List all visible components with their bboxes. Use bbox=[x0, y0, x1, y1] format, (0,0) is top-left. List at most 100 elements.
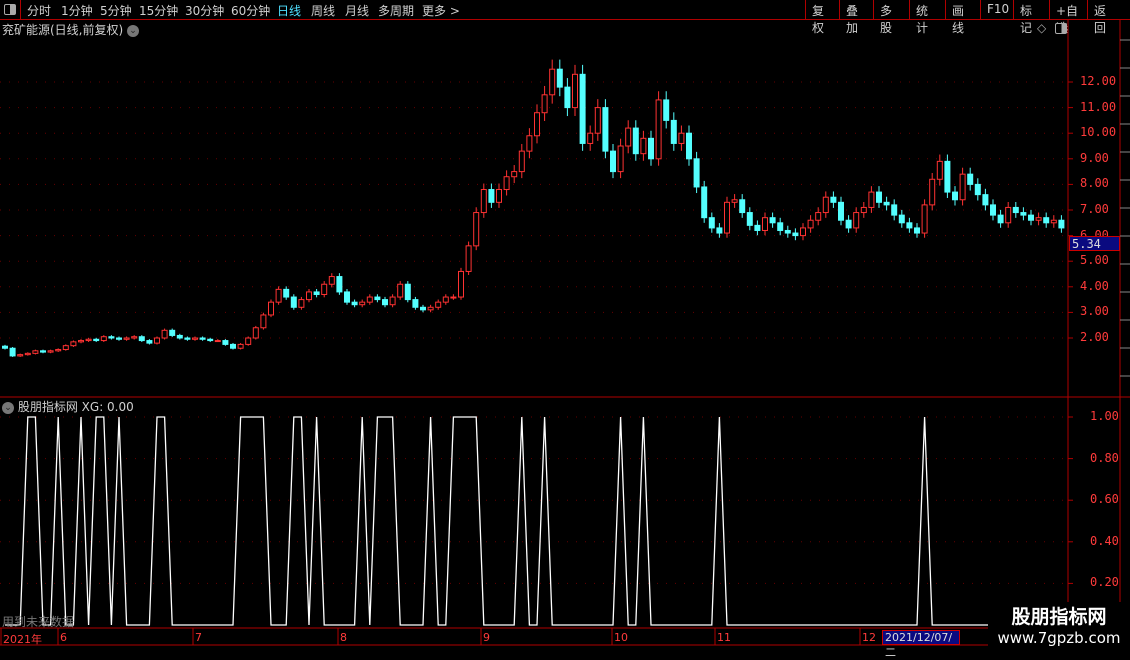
watermark-name: 股朋指标网 bbox=[1011, 606, 1107, 628]
candle-down bbox=[374, 296, 381, 301]
indicator-tick-label: 0.40 bbox=[1090, 533, 1119, 548]
candle-up bbox=[17, 354, 24, 357]
candle-up bbox=[306, 291, 312, 301]
candle-up bbox=[1035, 217, 1042, 221]
candle-down bbox=[108, 336, 115, 339]
candle-down bbox=[693, 158, 700, 188]
candle-up bbox=[389, 296, 396, 306]
chevron-down-icon[interactable]: ⌄ bbox=[2, 401, 14, 414]
candle-up bbox=[161, 329, 168, 339]
candle-up bbox=[359, 301, 366, 306]
candle-up bbox=[929, 178, 936, 206]
candle-down bbox=[610, 150, 616, 173]
candle-up bbox=[1050, 219, 1057, 224]
price-tick-label: 5.00 bbox=[1080, 253, 1109, 268]
indicator-name: 股朋指标网 bbox=[17, 400, 78, 414]
candle-down bbox=[1020, 212, 1027, 216]
candle-down bbox=[344, 291, 350, 303]
indicator-tick-label: 0.20 bbox=[1090, 575, 1119, 590]
candle-up bbox=[450, 296, 457, 299]
candle-up bbox=[868, 191, 875, 208]
candle-down bbox=[222, 340, 229, 345]
cursor-date-label: 2021/12/07/二 bbox=[882, 630, 960, 659]
indicator-tick-label: 0.80 bbox=[1090, 450, 1119, 465]
candle-up bbox=[70, 341, 77, 347]
candle-up bbox=[936, 160, 943, 180]
candle-up bbox=[480, 189, 487, 214]
kline-chart[interactable] bbox=[0, 0, 1130, 650]
candle-up bbox=[442, 296, 449, 303]
candle-down bbox=[739, 199, 746, 214]
indicator-tick-label: 0.60 bbox=[1090, 492, 1119, 507]
candle-up bbox=[245, 337, 252, 345]
candle-up bbox=[921, 204, 928, 234]
candle-up bbox=[237, 343, 244, 349]
candle-up bbox=[32, 350, 39, 354]
candle-up bbox=[100, 336, 107, 342]
candle-up bbox=[328, 276, 335, 285]
candle-down bbox=[602, 107, 609, 152]
candle-down bbox=[351, 301, 358, 306]
candle-up bbox=[800, 227, 806, 237]
candle-up bbox=[541, 94, 548, 114]
candle-up bbox=[62, 345, 69, 351]
candle-up bbox=[1005, 206, 1012, 224]
candle-up bbox=[594, 107, 601, 134]
time-axis-label: 10 bbox=[614, 631, 628, 644]
candle-down bbox=[990, 204, 996, 216]
candle-down bbox=[632, 127, 639, 155]
candle-up bbox=[397, 283, 404, 298]
candle-down bbox=[777, 222, 784, 231]
watermark-logo: 股朋指标网 www.7gpzb.com bbox=[988, 602, 1130, 647]
candle-up bbox=[731, 199, 738, 203]
candle-down bbox=[579, 73, 586, 144]
price-tick-label: 11.00 bbox=[1080, 99, 1117, 114]
candle-down bbox=[1058, 219, 1065, 229]
candle-up bbox=[214, 340, 221, 343]
candle-down bbox=[9, 347, 16, 357]
candle-up bbox=[252, 327, 259, 339]
time-axis-label: 2021年 bbox=[3, 633, 42, 646]
time-axis-label: 11 bbox=[717, 631, 731, 644]
candle-down bbox=[404, 283, 411, 301]
candle-down bbox=[199, 337, 206, 340]
candle-up bbox=[123, 337, 130, 340]
candle-down bbox=[382, 299, 388, 306]
candle-up bbox=[617, 145, 624, 173]
candle-down bbox=[845, 219, 852, 229]
candle-down bbox=[1012, 206, 1019, 214]
candle-up bbox=[959, 173, 966, 201]
price-tick-label: 4.00 bbox=[1080, 278, 1109, 293]
candle-down bbox=[952, 191, 958, 201]
candle-up bbox=[496, 189, 502, 203]
candle-up bbox=[24, 352, 31, 356]
candle-up bbox=[724, 201, 730, 234]
candle-down bbox=[914, 227, 920, 234]
candle-up bbox=[534, 112, 540, 137]
candle-down bbox=[830, 196, 837, 203]
candle-up bbox=[655, 99, 662, 160]
candle-down bbox=[283, 288, 290, 298]
time-axis-label: 7 bbox=[195, 631, 202, 644]
future-data-note: 用到未来数据 bbox=[2, 615, 75, 629]
price-tick-label: 2.00 bbox=[1080, 330, 1109, 344]
candle-up bbox=[192, 337, 198, 340]
candle-down bbox=[686, 132, 692, 160]
candle-up bbox=[473, 212, 480, 247]
candle-down bbox=[1028, 214, 1034, 221]
indicator-value: XG: 0.00 bbox=[81, 400, 134, 414]
candle-down bbox=[420, 306, 426, 311]
candle-down bbox=[670, 119, 677, 144]
price-tick-label: 8.00 bbox=[1080, 176, 1109, 191]
candle-up bbox=[275, 288, 282, 303]
time-axis-label: 8 bbox=[340, 631, 347, 644]
candle-up bbox=[268, 301, 274, 316]
candle-up bbox=[458, 270, 464, 298]
candle-down bbox=[944, 160, 951, 193]
candle-down bbox=[663, 99, 670, 121]
candle-up bbox=[526, 135, 533, 152]
candle-up bbox=[572, 73, 578, 109]
candle-down bbox=[769, 217, 776, 224]
indicator-title: ⌄ 股朋指标网 XG: 0.00 bbox=[2, 398, 134, 415]
candle-up bbox=[640, 137, 647, 155]
